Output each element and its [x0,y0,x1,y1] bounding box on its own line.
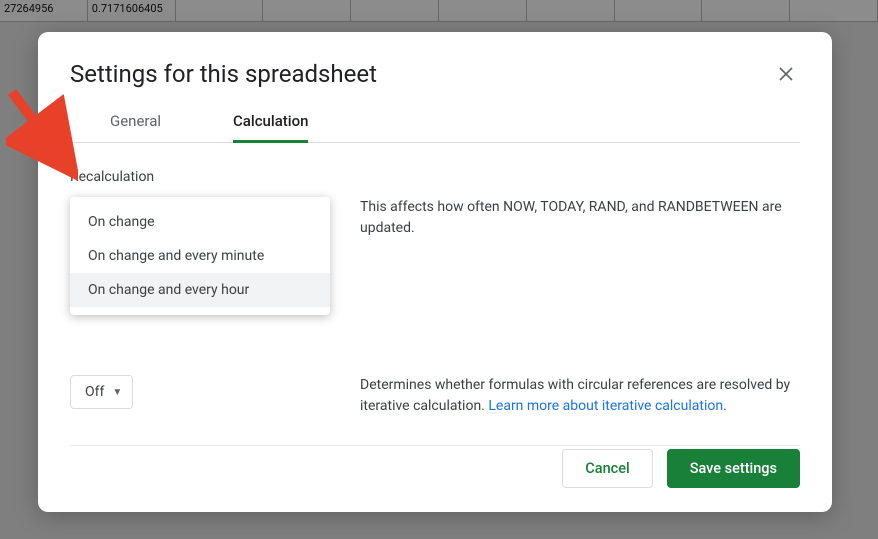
divider [70,445,800,446]
close-icon [779,67,793,81]
chevron-down-icon: ▼ [112,387,122,398]
recalculation-label: Recalculation [70,169,800,185]
iterative-help-text: Determines whether formulas with circula… [360,375,800,417]
option-on-change-every-hour[interactable]: On change and every hour [70,273,330,307]
save-settings-button[interactable]: Save settings [667,449,800,488]
cancel-button[interactable]: Cancel [562,449,652,488]
recalculation-help-text: This affects how often NOW, TODAY, RAND,… [360,197,800,239]
tab-calculation[interactable]: Calculation [233,112,308,143]
option-on-change-every-minute[interactable]: On change and every minute [70,239,330,273]
iterative-calc-select[interactable]: Off ▼ [70,375,133,409]
close-button[interactable] [772,60,800,88]
option-on-change[interactable]: On change [70,205,330,239]
learn-more-link[interactable]: Learn more about iterative calculation [488,398,723,414]
recalculation-dropdown[interactable]: On change On change and every minute On … [70,197,330,315]
settings-dialog: Settings for this spreadsheet General Ca… [38,32,832,512]
iterative-selected-value: Off [85,384,104,400]
tabs: General Calculation [70,112,800,143]
tab-general[interactable]: General [110,112,161,142]
dialog-title: Settings for this spreadsheet [70,60,377,88]
